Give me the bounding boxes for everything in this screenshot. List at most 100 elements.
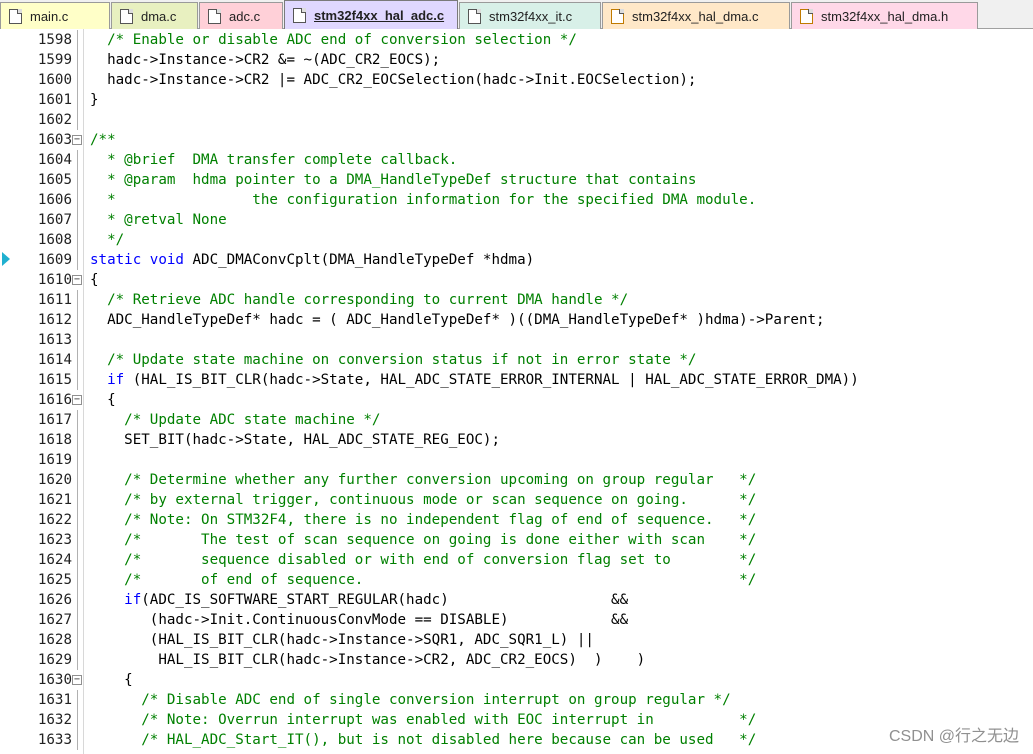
fold-collapse-icon[interactable]: − [72, 395, 82, 405]
code-text: * @retval None [90, 212, 227, 228]
tab-dma-c[interactable]: dma.c [111, 2, 198, 29]
line-number: 1626 [37, 592, 72, 608]
fold-guide [77, 170, 78, 190]
line-number: 1617 [37, 412, 72, 428]
code-line[interactable]: 1617 /* Update ADC state machine */ [0, 410, 1033, 430]
code-line[interactable]: 1606 * the configuration information for… [0, 190, 1033, 210]
code-line[interactable]: 1604 * @brief DMA transfer complete call… [0, 150, 1033, 170]
code-line[interactable]: 1607 * @retval None [0, 210, 1033, 230]
fold-guide [77, 210, 78, 230]
c-file-icon [208, 8, 221, 24]
code-text: /* Enable or disable ADC end of conversi… [90, 32, 577, 48]
code-text: (hadc->Init.ContinuousConvMode == DISABL… [90, 612, 629, 628]
code-line[interactable]: 1630− { [0, 670, 1033, 690]
code-line[interactable]: 1609 static void ADC_DMAConvCplt(DMA_Hand… [0, 250, 1033, 270]
code-line[interactable]: 1632 /* Note: Overrun interrupt was enab… [0, 710, 1033, 730]
code-line[interactable]: 1620 /* Determine whether any further co… [0, 470, 1033, 490]
code-line[interactable]: 1610−{ [0, 270, 1033, 290]
fold-guide [77, 450, 78, 470]
fold-guide [77, 110, 78, 130]
line-number: 1615 [37, 372, 72, 388]
code-line[interactable]: 1623 /* The test of scan sequence on goi… [0, 530, 1033, 550]
code-line[interactable]: 1625 /* of end of sequence. */ [0, 570, 1033, 590]
code-text: /* Note: Overrun interrupt was enabled w… [90, 712, 757, 728]
fold-guide [77, 330, 78, 350]
code-line[interactable]: 1629 HAL_IS_BIT_CLR(hadc->Instance->CR2,… [0, 650, 1033, 670]
code-line[interactable]: 1598 /* Enable or disable ADC end of con… [0, 30, 1033, 50]
tab-label: stm32f4xx_it.c [489, 8, 573, 24]
fold-guide [77, 710, 78, 730]
tab-stm32f4xx-hal-adc-c[interactable]: stm32f4xx_hal_adc.c [284, 0, 458, 30]
fold-guide [77, 230, 78, 250]
tab-main-c[interactable]: main.c [0, 2, 110, 29]
code-line[interactable]: 1624 /* sequence disabled or with end of… [0, 550, 1033, 570]
code-line[interactable]: 1611 /* Retrieve ADC handle correspondin… [0, 290, 1033, 310]
code-line[interactable]: 1615 if (HAL_IS_BIT_CLR(hadc->State, HAL… [0, 370, 1033, 390]
code-text: /* HAL_ADC_Start_IT(), but is not disabl… [90, 732, 757, 748]
code-text: /* Retrieve ADC handle corresponding to … [90, 292, 629, 308]
line-number: 1600 [37, 72, 72, 88]
code-line[interactable]: 1612 ADC_HandleTypeDef* hadc = ( ADC_Han… [0, 310, 1033, 330]
code-line[interactable]: 1613 [0, 330, 1033, 350]
code-line[interactable]: 1628 (HAL_IS_BIT_CLR(hadc->Instance->SQR… [0, 630, 1033, 650]
code-line[interactable]: 1622 /* Note: On STM32F4, there is no in… [0, 510, 1033, 530]
tab-label: adc.c [229, 8, 261, 24]
line-number: 1610 [37, 272, 72, 288]
code-line[interactable]: 1621 /* by external trigger, continuous … [0, 490, 1033, 510]
code-line[interactable]: 1603−/** [0, 130, 1033, 150]
fold-collapse-icon[interactable]: − [72, 275, 82, 285]
code-text: /* Update ADC state machine */ [90, 412, 381, 428]
fold-guide [77, 410, 78, 430]
code-line[interactable]: 1614 /* Update state machine on conversi… [0, 350, 1033, 370]
tab-adc-c[interactable]: adc.c [199, 2, 283, 29]
code-line[interactable]: 1631 /* Disable ADC end of single conver… [0, 690, 1033, 710]
tab-stm32f4xx-it-c[interactable]: stm32f4xx_it.c [459, 2, 601, 29]
fold-guide [77, 290, 78, 310]
code-line[interactable]: 1616− { [0, 390, 1033, 410]
code-text: * the configuration information for the … [90, 192, 757, 208]
c-file-icon [120, 8, 133, 24]
code-line[interactable]: 1600 hadc->Instance->CR2 |= ADC_CR2_EOCS… [0, 70, 1033, 90]
line-number: 1611 [37, 292, 72, 308]
line-number: 1622 [37, 512, 72, 528]
code-line[interactable]: 1626 if(ADC_IS_SOFTWARE_START_REGULAR(ha… [0, 590, 1033, 610]
fold-guide [77, 310, 78, 330]
fold-collapse-icon[interactable]: − [72, 675, 82, 685]
code-line[interactable]: 1608 */ [0, 230, 1033, 250]
code-text: static void ADC_DMAConvCplt(DMA_HandleTy… [90, 252, 535, 268]
fold-collapse-icon[interactable]: − [72, 135, 82, 145]
code-text: hadc->Instance->CR2 |= ADC_CR2_EOCSelect… [90, 72, 697, 88]
tab-stm32f4xx-hal-dma-h[interactable]: stm32f4xx_hal_dma.h [791, 2, 978, 29]
h-file-icon [800, 8, 813, 24]
line-number: 1604 [37, 152, 72, 168]
code-line[interactable]: 1602 [0, 110, 1033, 130]
code-text: /* by external trigger, continuous mode … [90, 492, 757, 508]
code-line[interactable]: 1627 (hadc->Init.ContinuousConvMode == D… [0, 610, 1033, 630]
code-text: /* Disable ADC end of single conversion … [90, 692, 731, 708]
code-editor[interactable]: 1598 /* Enable or disable ADC end of con… [0, 29, 1033, 754]
line-number: 1603 [37, 132, 72, 148]
line-number: 1623 [37, 532, 72, 548]
code-line[interactable]: 1601} [0, 90, 1033, 110]
code-text: /* Determine whether any further convers… [90, 472, 757, 488]
line-number: 1598 [37, 32, 72, 48]
line-number: 1620 [37, 472, 72, 488]
tab-stm32f4xx-hal-dma-c[interactable]: stm32f4xx_hal_dma.c [602, 2, 790, 29]
line-number: 1633 [37, 732, 72, 748]
code-text: * @brief DMA transfer complete callback. [90, 152, 458, 168]
code-line[interactable]: 1619 [0, 450, 1033, 470]
code-text: /* of end of sequence. */ [90, 572, 757, 588]
code-line[interactable]: 1599 hadc->Instance->CR2 &= ~(ADC_CR2_EO… [0, 50, 1033, 70]
code-text: } [90, 92, 99, 108]
code-text: { [90, 672, 133, 688]
fold-guide [77, 650, 78, 670]
code-line[interactable]: 1633 /* HAL_ADC_Start_IT(), but is not d… [0, 730, 1033, 750]
c-file-icon [9, 8, 22, 24]
code-line[interactable]: 1618 SET_BIT(hadc->State, HAL_ADC_STATE_… [0, 430, 1033, 450]
tab-label: main.c [30, 8, 69, 24]
code-text: /** [90, 132, 116, 148]
code-text: SET_BIT(hadc->State, HAL_ADC_STATE_REG_E… [90, 432, 500, 448]
code-line[interactable]: 1605 * @param hdma pointer to a DMA_Hand… [0, 170, 1033, 190]
line-number: 1607 [37, 212, 72, 228]
line-number: 1629 [37, 652, 72, 668]
